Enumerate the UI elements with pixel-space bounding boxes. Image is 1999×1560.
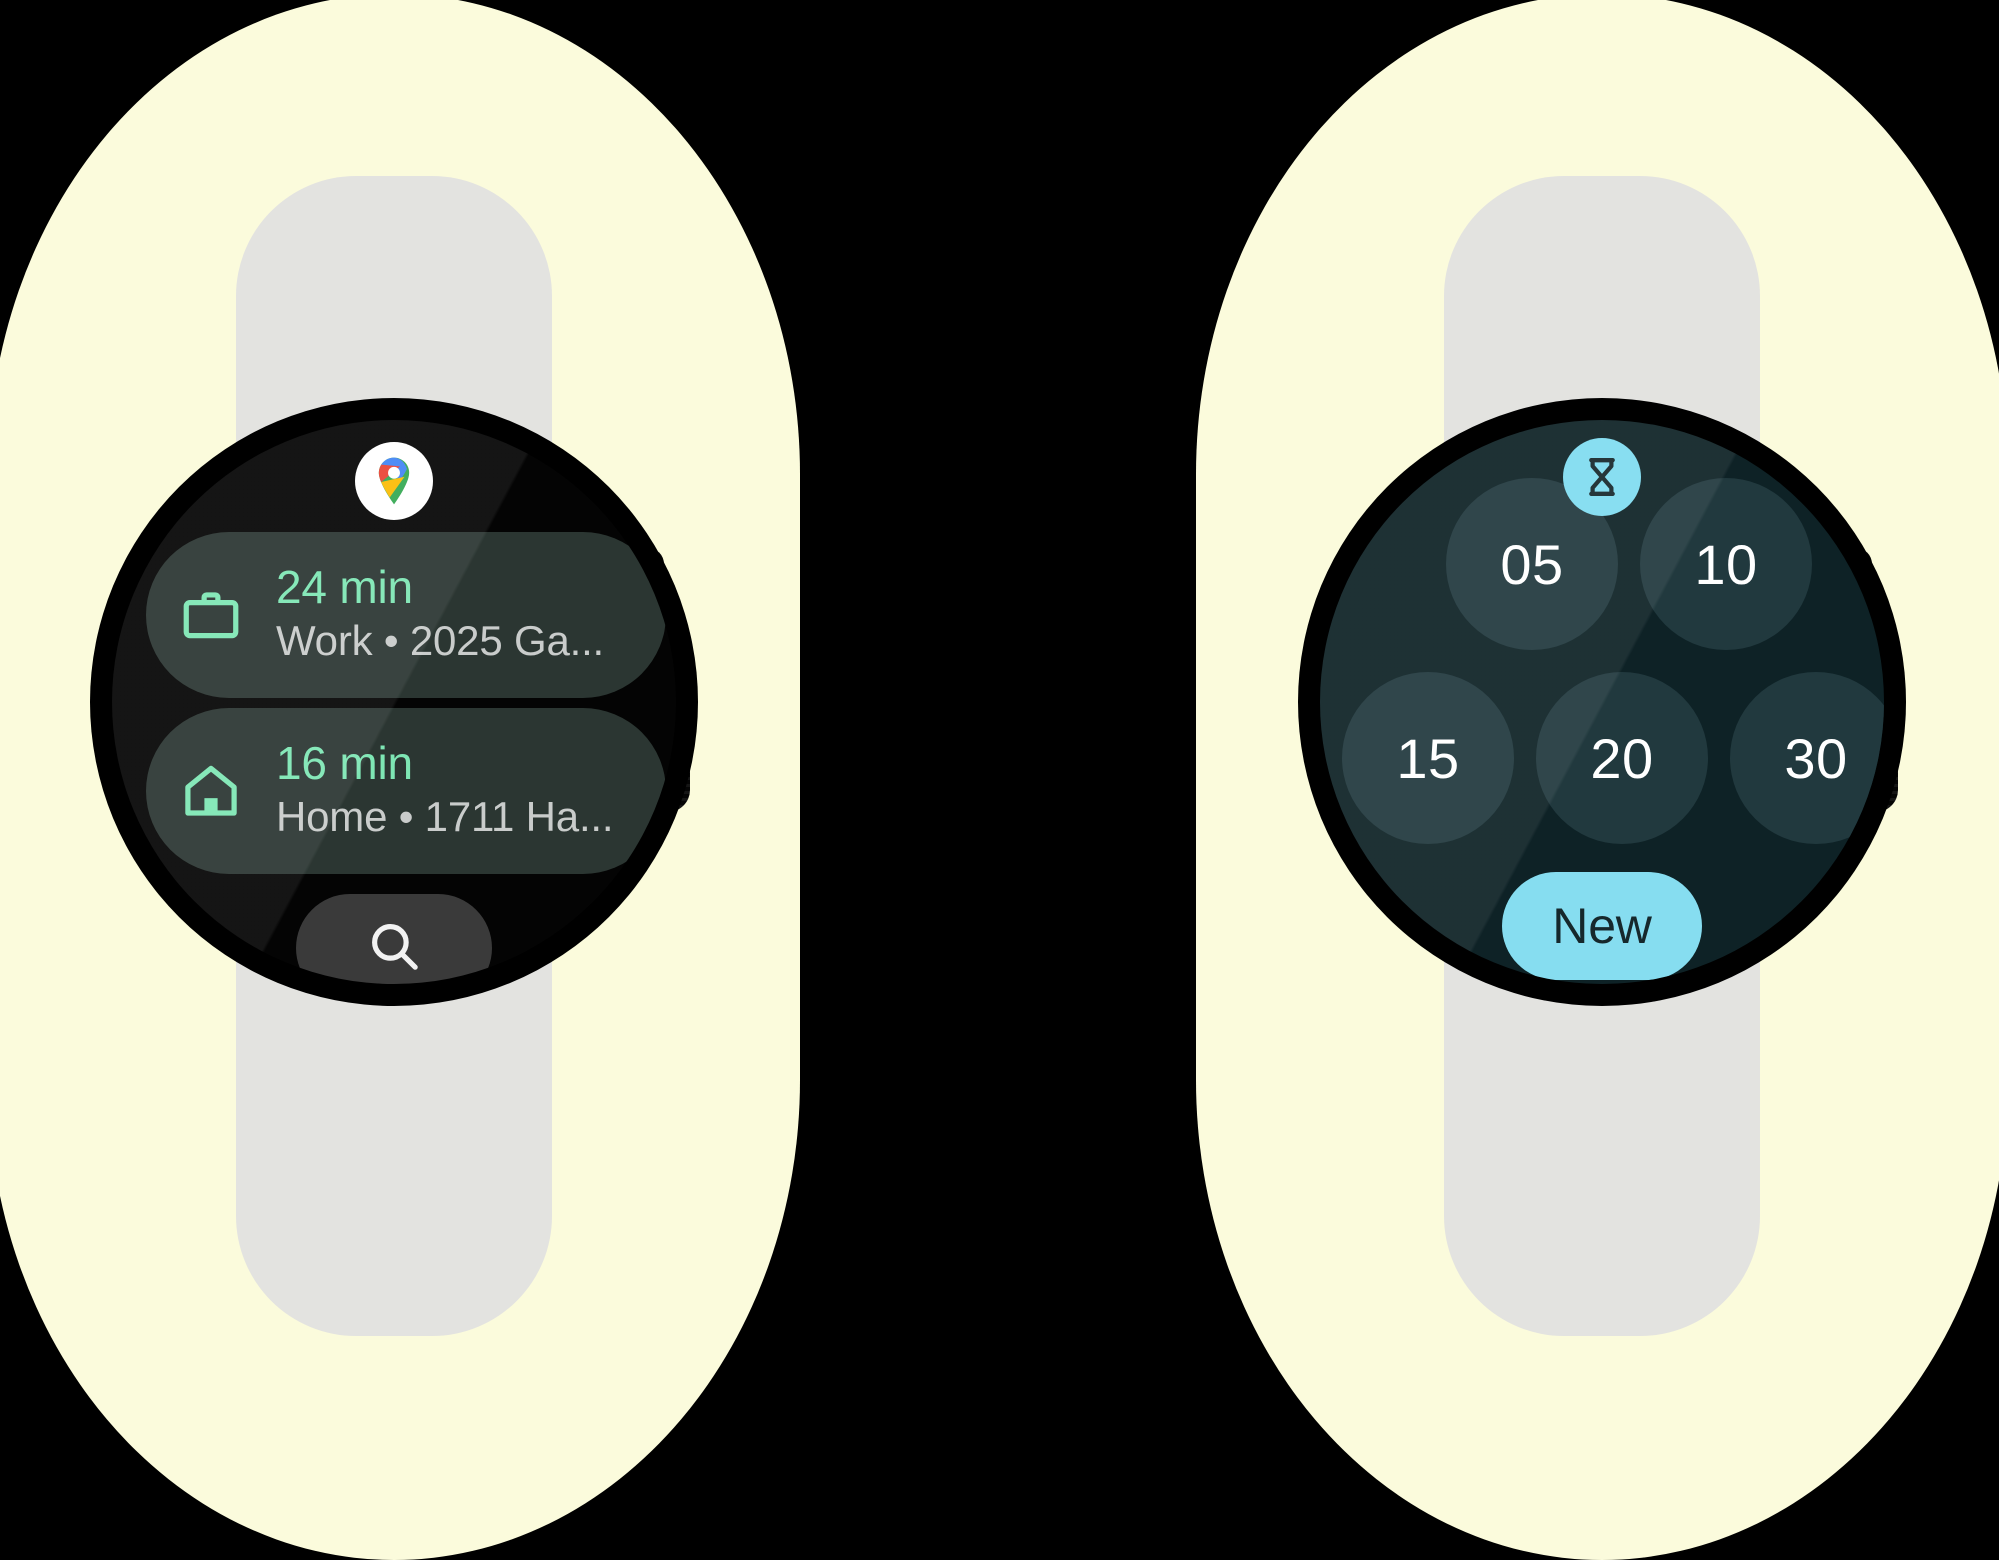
watch-case: 24 min Work • 2025 Ga... 16 min Home • 1… <box>90 398 698 1006</box>
route-text-work: 24 min Work • 2025 Ga... <box>276 561 666 665</box>
timer-preset-label: 10 <box>1694 532 1758 596</box>
route-destination: Home • 1711 Ha... <box>276 793 614 841</box>
google-maps-pin-icon <box>355 442 433 520</box>
scene-root: 24 min Work • 2025 Ga... 16 min Home • 1… <box>0 0 1999 1560</box>
timer-preset-20[interactable]: 20 <box>1536 672 1708 844</box>
watch-case: 05 10 15 20 30 New <box>1298 398 1906 1006</box>
route-destination: Work • 2025 Ga... <box>276 617 605 665</box>
hourglass-icon <box>1563 438 1641 516</box>
timer-preset-label: 05 <box>1500 532 1564 596</box>
watch-screen-timer: 05 10 15 20 30 New <box>1320 420 1884 984</box>
timer-preset-label: 20 <box>1590 726 1654 790</box>
search-icon <box>363 915 425 982</box>
watch-screen-maps: 24 min Work • 2025 Ga... 16 min Home • 1… <box>112 420 676 984</box>
new-timer-button[interactable]: New <box>1502 872 1702 980</box>
briefcase-icon <box>146 582 276 648</box>
smartwatch-timer: 05 10 15 20 30 New <box>1292 176 1912 1336</box>
home-icon <box>146 758 276 824</box>
route-text-home: 16 min Home • 1711 Ha... <box>276 737 666 841</box>
route-time: 24 min <box>276 561 413 614</box>
route-card-work[interactable]: 24 min Work • 2025 Ga... <box>146 532 666 698</box>
search-button[interactable] <box>296 894 492 984</box>
timer-preset-label: 15 <box>1396 726 1460 790</box>
timer-preset-label: 30 <box>1784 726 1848 790</box>
route-card-home[interactable]: 16 min Home • 1711 Ha... <box>146 708 666 874</box>
timer-preset-30[interactable]: 30 <box>1730 672 1884 844</box>
timer-preset-10[interactable]: 10 <box>1640 478 1812 650</box>
new-timer-label: New <box>1552 898 1652 954</box>
smartwatch-google-maps: 24 min Work • 2025 Ga... 16 min Home • 1… <box>84 176 704 1336</box>
route-time: 16 min <box>276 737 413 790</box>
timer-preset-15[interactable]: 15 <box>1342 672 1514 844</box>
